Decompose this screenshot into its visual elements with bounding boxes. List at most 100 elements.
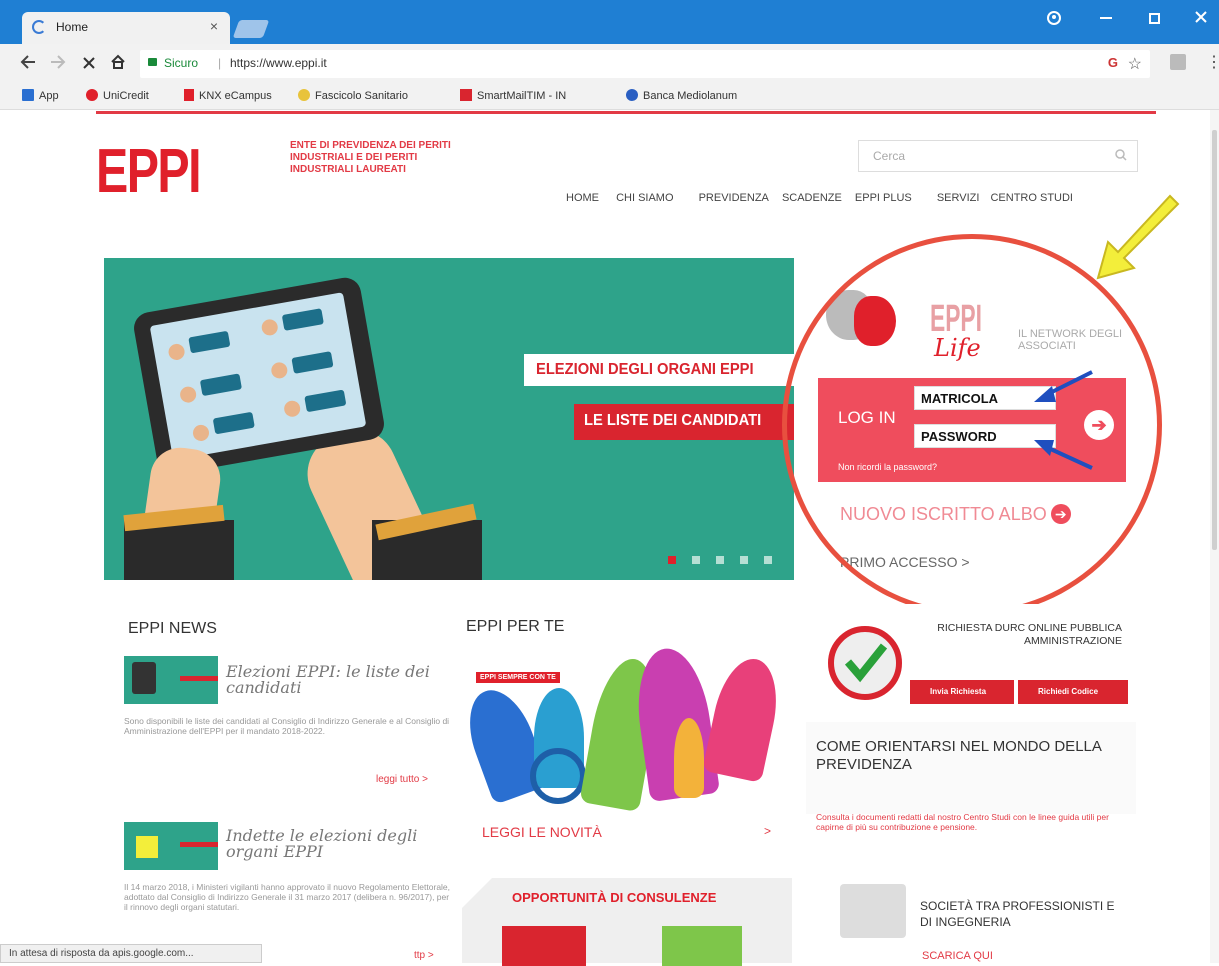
durc-document-icon (828, 626, 902, 700)
loading-icon (32, 20, 46, 34)
richiedi-codice-button[interactable]: Richiedi Codice (1018, 680, 1128, 704)
url-text[interactable]: https://www.eppi.it (230, 56, 327, 70)
tab-title: Home (56, 20, 89, 34)
forward-icon[interactable] (50, 54, 66, 75)
slider-dot-2[interactable] (692, 556, 700, 564)
chat-bubble (304, 389, 347, 413)
tim-icon (460, 89, 472, 101)
address-bar[interactable]: Sicuro | https://www.eppi.it G ☆ (140, 50, 1150, 78)
figure-orange (674, 718, 704, 798)
extension-puzzle-icon[interactable] (1170, 54, 1186, 70)
slider-dot-1[interactable] (668, 556, 676, 564)
bookmark-mediolanum[interactable]: Banca Mediolanum (626, 89, 737, 102)
scarica-qui-link[interactable]: SCARICA QUI (922, 950, 993, 962)
scrollbar-thumb[interactable] (1212, 130, 1217, 550)
orientarsi-title: COME ORIENTARSI NEL MONDO DELLA PREVIDEN… (816, 738, 1102, 773)
bookmark-knx[interactable]: KNX eCampus (184, 89, 272, 102)
mediolanum-icon (626, 89, 638, 101)
home-icon[interactable] (110, 54, 126, 75)
chat-bubble (188, 330, 231, 354)
plug-tile-icon (662, 926, 742, 966)
house-tile-icon (502, 926, 586, 966)
header-rule (96, 111, 1156, 114)
wheelchair-icon (530, 748, 586, 804)
search-input[interactable]: Cerca (858, 140, 1138, 172)
avatar (260, 318, 279, 337)
leggi-novita-link[interactable]: LEGGI LE NOVITÀ (482, 824, 602, 840)
unicredit-icon (86, 89, 98, 101)
ballot-icon (136, 836, 158, 858)
profile-icon[interactable] (1046, 10, 1062, 31)
chat-bubble (199, 373, 243, 397)
family-illustration[interactable]: EPPI SEMPRE CON TE (456, 643, 790, 813)
bookmark-fascicolo[interactable]: Fascicolo Sanitario (298, 89, 408, 102)
apps-grid-icon (22, 89, 34, 101)
annotation-circle (782, 234, 1162, 616)
thumb-stripe (180, 676, 218, 681)
stop-icon[interactable] (82, 54, 96, 75)
nav-servizi[interactable]: SERVIZI (937, 192, 980, 204)
perte-badge: EPPI SEMPRE CON TE (476, 672, 560, 683)
extension-icon[interactable]: G (1108, 55, 1118, 70)
news-thumbnail[interactable] (124, 656, 218, 704)
figure-pink (702, 653, 786, 783)
new-tab-button[interactable] (232, 20, 270, 38)
menu-icon[interactable]: ⋮ (1206, 52, 1219, 72)
bookmark-star-icon[interactable]: ☆ (1128, 54, 1142, 74)
slider-dot-3[interactable] (716, 556, 724, 564)
read-more-link[interactable]: ttp > (414, 950, 434, 961)
tablet-screen (149, 292, 367, 461)
fascicolo-icon (298, 89, 310, 101)
nav-scadenze[interactable]: SCADENZE (782, 192, 842, 204)
bookmark-unicredit[interactable]: UniCredit (86, 89, 149, 102)
avatar (167, 342, 186, 362)
nav-home[interactable]: HOME (566, 192, 599, 204)
scrollbar[interactable] (1210, 110, 1219, 963)
hero-banner-liste[interactable]: LE LISTE DEI CANDIDATI (574, 404, 794, 440)
opportunita-title: OPPORTUNITÀ DI CONSULENZE (512, 890, 717, 905)
bookmark-smartmail[interactable]: SmartMailTIM - IN (460, 89, 566, 102)
nav-chi-siamo[interactable]: CHI SIAMO (616, 192, 673, 204)
browser-titlebar: Home × (0, 0, 1219, 44)
bookmark-apps[interactable]: App (22, 89, 59, 102)
annotation-yellow-arrow-icon (1096, 194, 1180, 280)
slider-dot-5[interactable] (764, 556, 772, 564)
browser-toolbar: Sicuro | https://www.eppi.it G ☆ ⋮ (0, 44, 1219, 84)
restore-icon[interactable] (1148, 12, 1162, 31)
news-item-text: Sono disponibili le liste dei candidati … (124, 716, 450, 736)
chevron-right-icon[interactable]: > (764, 824, 771, 838)
secure-label: Sicuro (164, 56, 199, 70)
slider-dot-4[interactable] (740, 556, 748, 564)
close-window-icon[interactable] (1194, 10, 1208, 29)
back-icon[interactable] (20, 54, 36, 75)
news-item-title[interactable]: Elezioni EPPI: le liste dei candidati (226, 664, 446, 696)
annotation-blue-arrow-icon (1034, 440, 1093, 470)
societa-title: SOCIETÀ TRA PROFESSIONISTI E DI INGEGNER… (920, 899, 1115, 929)
tablet-thumb-icon (132, 662, 156, 694)
separator: | (218, 56, 222, 70)
avatar (178, 385, 198, 404)
hero-slider[interactable]: ELEZIONI DEGLI ORGANI EPPI LE LISTE DEI … (104, 258, 794, 580)
check-icon (844, 643, 888, 683)
main-nav: HOME CHI SIAMO PREVIDENZA SCADENZE EPPI … (566, 192, 1087, 204)
nav-eppi-plus[interactable]: EPPI PLUS (855, 192, 912, 204)
orientarsi-text: Consulta i documenti redatti dal nostro … (816, 812, 1109, 832)
durc-title: RICHIESTA DURC ONLINE PUBBLICA AMMINISTR… (937, 622, 1122, 647)
search-icon[interactable] (1115, 149, 1127, 164)
document-list-icon (840, 884, 906, 938)
invia-richiesta-button[interactable]: Invia Richiesta (910, 680, 1014, 704)
read-more-link[interactable]: leggi tutto > (376, 774, 428, 785)
minimize-icon[interactable] (1100, 6, 1114, 31)
annotation-blue-arrow-icon (1034, 370, 1093, 402)
hero-banner-elezioni[interactable]: ELEZIONI DEGLI ORGANI EPPI (524, 354, 794, 386)
tab-close-icon[interactable]: × (210, 18, 218, 34)
corner-fold (462, 878, 492, 908)
opportunita-card[interactable]: OPPORTUNITÀ DI CONSULENZE (462, 878, 792, 966)
news-item-title[interactable]: Indette le elezioni degli organi EPPI (226, 828, 446, 860)
nav-previdenza[interactable]: PREVIDENZA (699, 192, 769, 204)
news-thumbnail[interactable] (124, 822, 218, 870)
nav-centro-studi[interactable]: CENTRO STUDI (990, 192, 1073, 204)
knx-icon (184, 89, 194, 101)
browser-tab[interactable]: Home × (22, 12, 230, 44)
eppi-logo[interactable]: EPPI (96, 136, 202, 207)
